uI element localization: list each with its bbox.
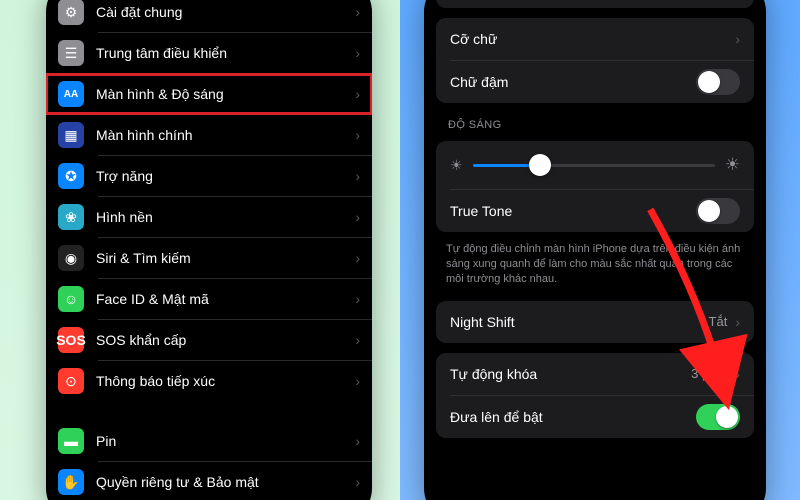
settings-row-sos[interactable]: SOS SOS khẩn cấp › (46, 320, 372, 360)
true-tone-row[interactable]: True Tone (436, 190, 754, 232)
row-label: Màn hình & Độ sáng (96, 86, 347, 102)
chevron-right-icon: › (735, 366, 740, 382)
exp-icon: ⊙ (58, 368, 84, 394)
row-label: SOS khẩn cấp (96, 332, 347, 348)
true-tone-label: True Tone (450, 203, 696, 219)
auto-lock-value: 3 phút (691, 366, 727, 381)
chevron-right-icon: › (355, 332, 360, 348)
chevron-right-icon: › (355, 86, 360, 102)
control-icon: ☰ (58, 40, 84, 66)
settings-row-batt[interactable]: ▬ Pin › (46, 421, 372, 461)
right-phone-frame: Tự động Cỡ chữ › Chữ đậm ĐỘ SÁNG ☀︎ (424, 0, 766, 500)
settings-row-home[interactable]: ▦ Màn hình chính › (46, 115, 372, 155)
chevron-right-icon: › (355, 4, 360, 20)
sun-small-icon: ☀︎ (450, 157, 463, 174)
chevron-right-icon: › (355, 209, 360, 225)
settings-row-siri[interactable]: ◉ Siri & Tìm kiếm › (46, 238, 372, 278)
row-label: Màn hình chính (96, 127, 347, 143)
text-size-row[interactable]: Cỡ chữ › (436, 18, 754, 60)
raise-to-wake-row[interactable]: Đưa lên để bật (436, 396, 754, 438)
raise-to-wake-label: Đưa lên để bật (450, 409, 696, 425)
gear-icon: ⚙ (58, 0, 84, 25)
true-tone-footnote: Tự động điều chỉnh màn hình iPhone dựa t… (446, 242, 744, 287)
bold-text-toggle[interactable] (696, 69, 740, 95)
settings-row-acc[interactable]: ✪ Trợ năng › (46, 156, 372, 196)
display-icon: AA (58, 81, 84, 107)
brightness-slider-row[interactable]: ☀︎ ☀︎ (436, 141, 754, 189)
chevron-right-icon: › (355, 45, 360, 61)
chevron-right-icon: › (355, 373, 360, 389)
face-icon: ☺ (58, 286, 84, 312)
text-size-label: Cỡ chữ (450, 31, 727, 47)
wall-icon: ❀ (58, 204, 84, 230)
row-label: Quyền riêng tư & Bảo mật (96, 474, 347, 490)
chevron-right-icon: › (355, 433, 360, 449)
settings-row-exp[interactable]: ⊙ Thông báo tiếp xúc › (46, 361, 372, 401)
chevron-right-icon: › (735, 31, 740, 47)
sun-large-icon: ☀︎ (725, 155, 740, 175)
siri-icon: ◉ (58, 245, 84, 271)
row-label: Hình nền (96, 209, 347, 225)
row-label: Thông báo tiếp xúc (96, 373, 347, 389)
row-label: Trung tâm điều khiển (96, 45, 347, 61)
sos-icon: SOS (58, 327, 84, 353)
settings-row-gear[interactable]: ⚙ Cài đặt chung › (46, 0, 372, 32)
left-phone-frame: ⚙ Cài đặt chung › ☰ Trung tâm điều khiển › AA M… (46, 0, 372, 500)
night-shift-row[interactable]: Night Shift Tắt › (436, 301, 754, 343)
auto-appearance-row-partial[interactable]: Tự động (436, 0, 754, 8)
priv-icon: ✋ (58, 469, 84, 495)
true-tone-toggle[interactable] (696, 198, 740, 224)
home-icon: ▦ (58, 122, 84, 148)
row-label: Trợ năng (96, 168, 347, 184)
night-shift-label: Night Shift (450, 314, 709, 330)
batt-icon: ▬ (58, 428, 84, 454)
row-label: Cài đặt chung (96, 4, 347, 20)
chevron-right-icon: › (735, 314, 740, 330)
settings-row-control[interactable]: ☰ Trung tâm điều khiển › (46, 33, 372, 73)
chevron-right-icon: › (355, 127, 360, 143)
night-shift-value: Tắt (709, 314, 728, 329)
chevron-right-icon: › (355, 250, 360, 266)
acc-icon: ✪ (58, 163, 84, 189)
brightness-slider[interactable] (473, 164, 715, 167)
brightness-section-header: ĐỘ SÁNG (448, 119, 742, 131)
row-label: Siri & Tìm kiếm (96, 250, 347, 266)
settings-row-face[interactable]: ☺ Face ID & Mật mã › (46, 279, 372, 319)
chevron-right-icon: › (355, 291, 360, 307)
settings-row-display[interactable]: AA Màn hình & Độ sáng › (46, 74, 372, 114)
settings-list: ⚙ Cài đặt chung › ☰ Trung tâm điều khiển › AA M… (46, 0, 372, 500)
raise-to-wake-toggle[interactable] (696, 404, 740, 430)
bold-text-row[interactable]: Chữ đậm (436, 61, 754, 103)
chevron-right-icon: › (355, 168, 360, 184)
settings-row-wall[interactable]: ❀ Hình nền › (46, 197, 372, 237)
auto-lock-row[interactable]: Tự động khóa 3 phút › (436, 353, 754, 395)
row-label: Pin (96, 433, 347, 449)
bold-text-label: Chữ đậm (450, 74, 696, 90)
row-label: Face ID & Mật mã (96, 291, 347, 307)
auto-lock-label: Tự động khóa (450, 366, 691, 382)
settings-row-priv[interactable]: ✋ Quyền riêng tư & Bảo mật › (46, 462, 372, 500)
chevron-right-icon: › (355, 474, 360, 490)
